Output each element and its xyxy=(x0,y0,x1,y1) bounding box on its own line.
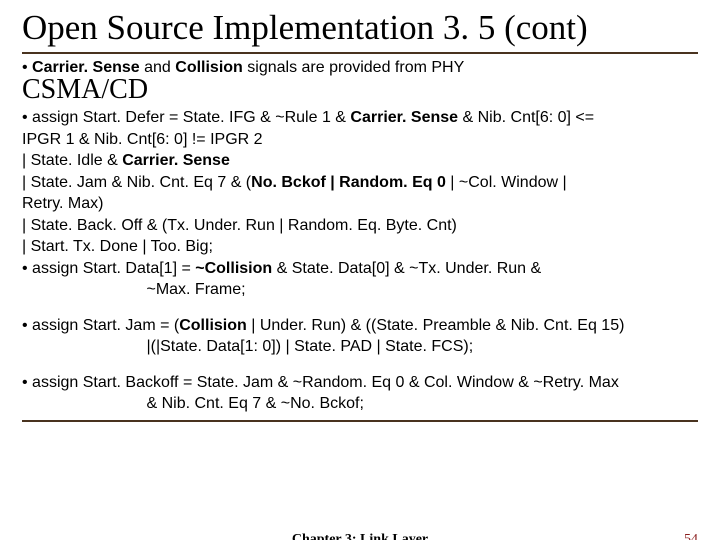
code-line: |(|State. Data[1: 0]) | State. PAD | Sta… xyxy=(22,337,698,357)
text: | ~Col. Window | xyxy=(446,174,567,191)
code-line: | Start. Tx. Done | Too. Big; xyxy=(22,237,698,257)
spacer xyxy=(22,359,698,373)
spacer xyxy=(22,302,698,316)
bold-text: Carrier. Sense xyxy=(350,109,458,126)
body-text: • assign Start. Defer = State. IFG & ~Ru… xyxy=(22,108,698,414)
intro-b2: Collision xyxy=(175,59,243,76)
bottom-rule xyxy=(22,420,698,422)
bold-text: ~Collision xyxy=(195,260,272,277)
code-line: • assign Start. Data[1] = ~Collision & S… xyxy=(22,259,698,279)
code-line: | State. Jam & Nib. Cnt. Eq 7 & (No. Bck… xyxy=(22,173,698,193)
code-line: | State. Back. Off & (Tx. Under. Run | R… xyxy=(22,216,698,236)
text: • assign Start. Jam = ( xyxy=(22,317,179,334)
code-line: • assign Start. Jam = (Collision | Under… xyxy=(22,316,698,336)
text: | State. Jam & Nib. Cnt. Eq 7 & ( xyxy=(22,174,251,191)
code-line: & Nib. Cnt. Eq 7 & ~No. Bckof; xyxy=(22,394,698,414)
intro-post: signals are provided from PHY xyxy=(243,59,464,76)
text: & Nib. Cnt[6: 0] <= xyxy=(458,109,594,126)
subheading: CSMA/CD xyxy=(22,75,698,106)
page-number: 54 xyxy=(684,532,698,540)
text: & State. Data[0] & ~Tx. Under. Run & xyxy=(272,260,541,277)
slide: Open Source Implementation 3. 5 (cont) •… xyxy=(0,0,720,540)
code-line: ~Max. Frame; xyxy=(22,280,698,300)
code-line: IPGR 1 & Nib. Cnt[6: 0] != IPGR 2 xyxy=(22,130,698,150)
text: • assign Start. Data[1] = xyxy=(22,260,195,277)
bold-text: No. Bckof | Random. Eq 0 xyxy=(251,174,446,191)
slide-title: Open Source Implementation 3. 5 (cont) xyxy=(22,8,698,54)
code-line: | State. Idle & Carrier. Sense xyxy=(22,151,698,171)
text: | Under. Run) & ((State. Preamble & Nib.… xyxy=(247,317,625,334)
text: • assign Start. Defer = State. IFG & ~Ru… xyxy=(22,109,350,126)
code-line: Retry. Max) xyxy=(22,194,698,214)
code-line: • assign Start. Backoff = State. Jam & ~… xyxy=(22,373,698,393)
footer-center: Chapter 3: Link Layer xyxy=(292,532,428,540)
bold-text: Collision xyxy=(179,317,247,334)
bold-text: Carrier. Sense xyxy=(122,152,230,169)
code-line: • assign Start. Defer = State. IFG & ~Ru… xyxy=(22,108,698,128)
text: | State. Idle & xyxy=(22,152,122,169)
